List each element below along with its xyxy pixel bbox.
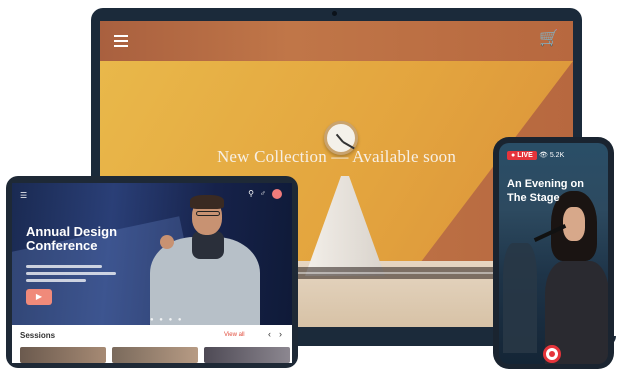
band-member	[503, 243, 537, 353]
sessions-label: Sessions	[20, 331, 56, 340]
session-thumbnail[interactable]	[204, 347, 290, 363]
sessions-section: Sessions View all ‹ ›	[12, 325, 292, 363]
description-line	[26, 272, 116, 275]
speaker-glasses	[196, 211, 220, 216]
session-thumbnails	[20, 347, 290, 363]
tablet-menu-icon[interactable]: ☰	[20, 191, 27, 200]
phone: ● LIVE 👁 5.2K An Evening on The Stage	[493, 137, 614, 369]
speaker-photo	[130, 193, 260, 327]
session-thumbnail[interactable]	[112, 347, 198, 363]
hamburger-menu-icon[interactable]	[114, 35, 128, 47]
speaker-hand	[160, 235, 174, 249]
chevron-left-icon[interactable]: ‹	[268, 329, 271, 339]
carousel-arrows: ‹ ›	[268, 329, 282, 339]
tablet: ☰ ⚲ ♂ Annual Design Conference ▶ ● ● ● ●…	[6, 176, 298, 368]
live-label: LIVE	[517, 152, 533, 159]
speaker-turtleneck	[192, 231, 224, 259]
viewer-count: 👁 5.2K	[539, 152, 565, 159]
speaker-hair	[190, 195, 224, 209]
carousel-dots[interactable]: ● ● ● ●	[150, 317, 184, 323]
singer-face	[563, 207, 585, 241]
tablet-screen: ☰ ⚲ ♂ Annual Design Conference ▶ ● ● ● ●…	[12, 183, 292, 363]
avatar[interactable]	[272, 189, 282, 199]
search-icon[interactable]: ⚲	[248, 189, 254, 199]
shopping-cart-icon[interactable]: 🛒	[539, 31, 559, 47]
record-button-icon[interactable]	[543, 345, 561, 363]
phone-screen: ● LIVE 👁 5.2K An Evening on The Stage	[499, 143, 608, 364]
conference-hero: ☰ ⚲ ♂ Annual Design Conference ▶ ● ● ● ●	[12, 183, 292, 360]
singer-photo	[533, 191, 608, 364]
viewer-count-value: 5.2K	[549, 152, 565, 159]
notification-icon[interactable]: ♂	[260, 189, 266, 199]
webcam	[332, 11, 337, 16]
hero-title: Annual Design Conference	[26, 224, 118, 253]
view-all-link[interactable]: View all	[224, 332, 245, 338]
description-line	[26, 279, 86, 282]
stream-title: An Evening on The Stage	[507, 178, 584, 204]
description-lines	[26, 265, 116, 286]
session-thumbnail[interactable]	[20, 347, 106, 363]
tablet-top-icons: ⚲ ♂	[248, 189, 282, 199]
description-line	[26, 265, 102, 268]
device-mockup-scene: 🛒 New Collection — Available soon ▶ ▮▮	[0, 0, 626, 370]
live-badge: ● LIVE	[507, 151, 537, 160]
chevron-right-icon[interactable]: ›	[279, 329, 282, 339]
play-button[interactable]: ▶	[26, 289, 52, 305]
